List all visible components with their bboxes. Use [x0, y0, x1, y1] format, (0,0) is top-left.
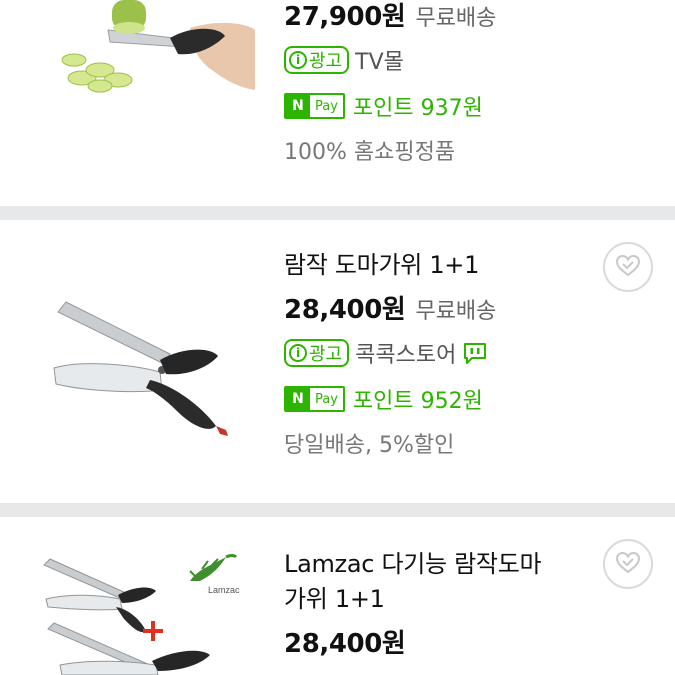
- seller-name[interactable]: 콕콕스토어: [355, 337, 456, 369]
- lamzac-logo-image: Lamzac: [189, 554, 240, 595]
- product-price: 28,400원: [284, 295, 406, 325]
- points-text: 포인트 952원: [352, 389, 483, 414]
- cutting-scissors-image: [53, 301, 228, 436]
- heart-icon: [615, 254, 641, 281]
- product-card[interactable]: 람작 도마가위 1+1 28,400원 무료배송 i 광고 콕콕스토어 N Pa…: [0, 220, 675, 503]
- product-price: 28,400원: [284, 629, 406, 659]
- product-card[interactable]: Lamzac Lamzac 다기능 람작도마 가위 1+1 28,400원: [0, 517, 675, 675]
- scissors-bundle-image: Lamzac: [43, 554, 240, 675]
- points-text: 포인트 937원: [352, 96, 483, 121]
- info-icon: i: [289, 344, 307, 362]
- product-card[interactable]: 27,900원 무료배송 i 광고 TV몰 N Pay 포인트 937원 100…: [0, 0, 675, 206]
- wishlist-button[interactable]: [603, 539, 653, 589]
- svg-text:Lamzac: Lamzac: [208, 585, 240, 595]
- heart-icon: [615, 551, 641, 578]
- wishlist-button[interactable]: [603, 242, 653, 292]
- ad-label: 광고: [309, 51, 343, 72]
- ad-label: 광고: [309, 344, 343, 365]
- product-title-line-1[interactable]: Lamzac 다기능 람작도마: [284, 547, 585, 582]
- naver-pay-badge: N Pay: [284, 93, 345, 119]
- product-meta: 당일배송, 5%할인: [284, 433, 455, 458]
- card-divider: [0, 503, 675, 517]
- ad-badge[interactable]: i 광고: [284, 339, 350, 367]
- shipping-label: 무료배송: [415, 6, 497, 31]
- shipping-label: 무료배송: [415, 299, 497, 324]
- product-image[interactable]: [40, 0, 255, 95]
- product-image[interactable]: Lamzac: [40, 547, 255, 675]
- naver-pay-badge: N Pay: [284, 386, 345, 412]
- product-title-line-2[interactable]: 가위 1+1: [284, 582, 585, 617]
- talk-chat-icon[interactable]: [462, 341, 488, 365]
- product-image[interactable]: [40, 280, 255, 450]
- info-icon: i: [289, 51, 307, 69]
- product-meta: 100% 홈쇼핑정품: [284, 140, 456, 165]
- seller-name[interactable]: TV몰: [355, 44, 404, 76]
- product-title[interactable]: 람작 도마가위 1+1: [284, 248, 585, 283]
- ad-badge[interactable]: i 광고: [284, 46, 350, 74]
- card-divider: [0, 206, 675, 220]
- scissors-slicing-cucumber-image: [61, 0, 255, 93]
- product-price: 27,900원: [284, 2, 406, 32]
